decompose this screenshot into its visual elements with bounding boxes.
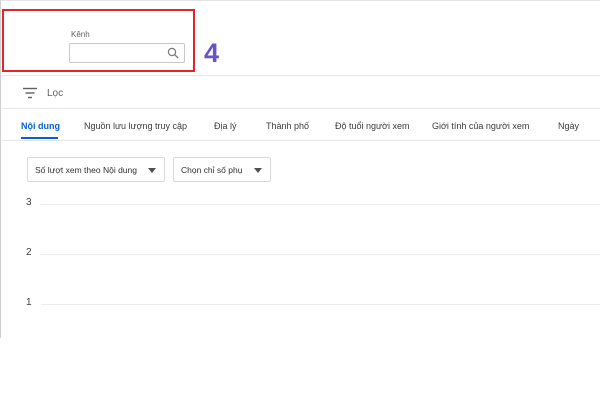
tab-viewer-gender[interactable]: Giới tính của người xem bbox=[432, 121, 529, 131]
tab-geography[interactable]: Địa lý bbox=[214, 121, 237, 131]
y-axis-tick: 3 bbox=[26, 197, 32, 208]
analytics-panel: Kênh 4 Lọc Nội dung Nguồn lưu lượng truy… bbox=[0, 0, 600, 338]
secondary-metric-label: Chọn chỉ số phụ bbox=[181, 165, 243, 175]
primary-metric-label: Số lượt xem theo Nội dung bbox=[35, 165, 137, 175]
tab-date[interactable]: Ngày bbox=[558, 121, 579, 131]
secondary-metric-dropdown[interactable]: Chọn chỉ số phụ bbox=[173, 157, 271, 182]
active-tab-indicator bbox=[21, 137, 58, 139]
gridline bbox=[41, 254, 600, 255]
y-axis-tick: 2 bbox=[26, 247, 32, 258]
channel-label: Kênh bbox=[71, 30, 90, 39]
tab-city[interactable]: Thành phố bbox=[266, 121, 309, 131]
filter-icon[interactable] bbox=[23, 87, 37, 99]
channel-search-input[interactable] bbox=[69, 43, 185, 63]
search-icon[interactable] bbox=[167, 47, 179, 59]
filter-label[interactable]: Lọc bbox=[47, 88, 63, 99]
caret-down-icon bbox=[148, 168, 156, 173]
step-number: 4 bbox=[204, 38, 220, 68]
divider bbox=[2, 75, 600, 76]
gridline bbox=[41, 204, 600, 205]
tab-viewer-age[interactable]: Độ tuổi người xem bbox=[335, 121, 409, 131]
divider bbox=[2, 140, 600, 141]
y-axis-tick: 1 bbox=[26, 297, 32, 308]
divider bbox=[2, 108, 600, 109]
tab-content[interactable]: Nội dung bbox=[21, 121, 60, 131]
gridline bbox=[41, 304, 600, 305]
caret-down-icon bbox=[254, 168, 262, 173]
primary-metric-dropdown[interactable]: Số lượt xem theo Nội dung bbox=[27, 157, 165, 182]
tab-traffic-source[interactable]: Nguồn lưu lượng truy cập bbox=[84, 121, 187, 131]
